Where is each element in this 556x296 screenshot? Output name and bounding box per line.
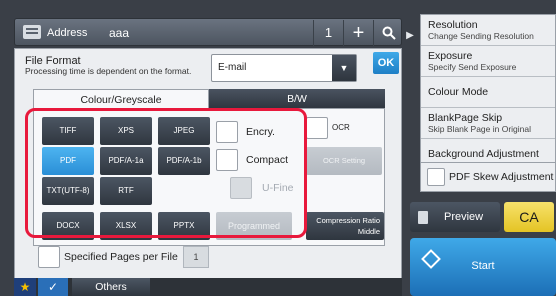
side-item-blankpage-skip[interactable]: BlankPage Skip Skip Blank Page in Origin…	[421, 108, 555, 139]
address-bar: Address aaa 1 +	[14, 18, 402, 46]
address-book-icon[interactable]	[23, 25, 41, 39]
search-icon	[382, 26, 396, 40]
pdf-skew-checkbox[interactable]	[427, 168, 445, 186]
preview-icon	[418, 211, 428, 224]
address-input[interactable]: aaa	[109, 21, 309, 45]
side-item-title: Colour Mode	[428, 86, 489, 98]
specified-pages-checkbox[interactable]	[38, 246, 60, 268]
tab-colour-greyscale[interactable]: Colour/Greyscale	[33, 89, 209, 109]
side-item-subtitle: Skip Blank Page in Original	[428, 124, 532, 134]
file-format-description: Processing time is dependent on the form…	[25, 66, 192, 76]
compression-ratio-value: Middle	[357, 227, 380, 236]
side-item-subtitle: Change Sending Resolution	[428, 31, 534, 41]
specified-pages-count[interactable]: 1	[183, 246, 209, 268]
side-item-title: Exposure	[428, 50, 473, 62]
destination-count[interactable]: 1	[313, 20, 343, 46]
ocr-setting-button[interactable]: OCR Setting	[306, 147, 382, 175]
compression-ratio-button[interactable]: Compression Ratio Middle	[306, 212, 384, 240]
compression-ratio-label: Compression Ratio	[316, 216, 380, 225]
dropdown-arrow-icon[interactable]: ▼	[332, 55, 356, 81]
collapse-arrow-icon[interactable]: ▶	[403, 28, 417, 44]
side-item-colour-mode[interactable]: Colour Mode	[421, 77, 555, 108]
pdf-skew-adjustment[interactable]: PDF Skew Adjustment	[420, 162, 556, 192]
others-button[interactable]: Others	[72, 278, 150, 296]
side-menu: Resolution Change Sending Resolution Exp…	[420, 14, 556, 173]
preview-label: Preview	[444, 211, 484, 223]
side-item-title: BlankPage Skip	[428, 112, 503, 124]
ok-button[interactable]: OK	[373, 52, 399, 74]
side-item-subtitle: Specify Send Exposure	[428, 62, 517, 72]
side-item-exposure[interactable]: Exposure Specify Send Exposure	[421, 46, 555, 77]
preview-button[interactable]: Preview	[410, 202, 500, 232]
search-button[interactable]	[373, 20, 403, 46]
ocr-checkbox[interactable]	[306, 117, 328, 139]
checkmark-button[interactable]: ✓	[38, 278, 68, 296]
start-label: Start	[471, 260, 495, 272]
side-item-title: Resolution	[428, 19, 478, 31]
start-button[interactable]: Start	[410, 238, 556, 296]
specified-pages-label: Specified Pages per File	[64, 251, 178, 263]
ocr-label: OCR	[332, 123, 350, 132]
format-options-highlight	[25, 108, 307, 238]
tab-bw[interactable]: B/W	[209, 89, 385, 109]
favorite-button[interactable]: ★	[14, 278, 36, 296]
clear-all-button[interactable]: CA	[504, 202, 554, 232]
address-label: Address	[47, 27, 88, 39]
add-destination-button[interactable]: +	[343, 20, 373, 46]
pdf-skew-label: PDF Skew Adjustment	[449, 171, 554, 183]
side-item-resolution[interactable]: Resolution Change Sending Resolution	[421, 15, 555, 46]
destination-value: E-mail	[218, 62, 247, 73]
destination-select[interactable]: E-mail ▼	[211, 54, 357, 82]
